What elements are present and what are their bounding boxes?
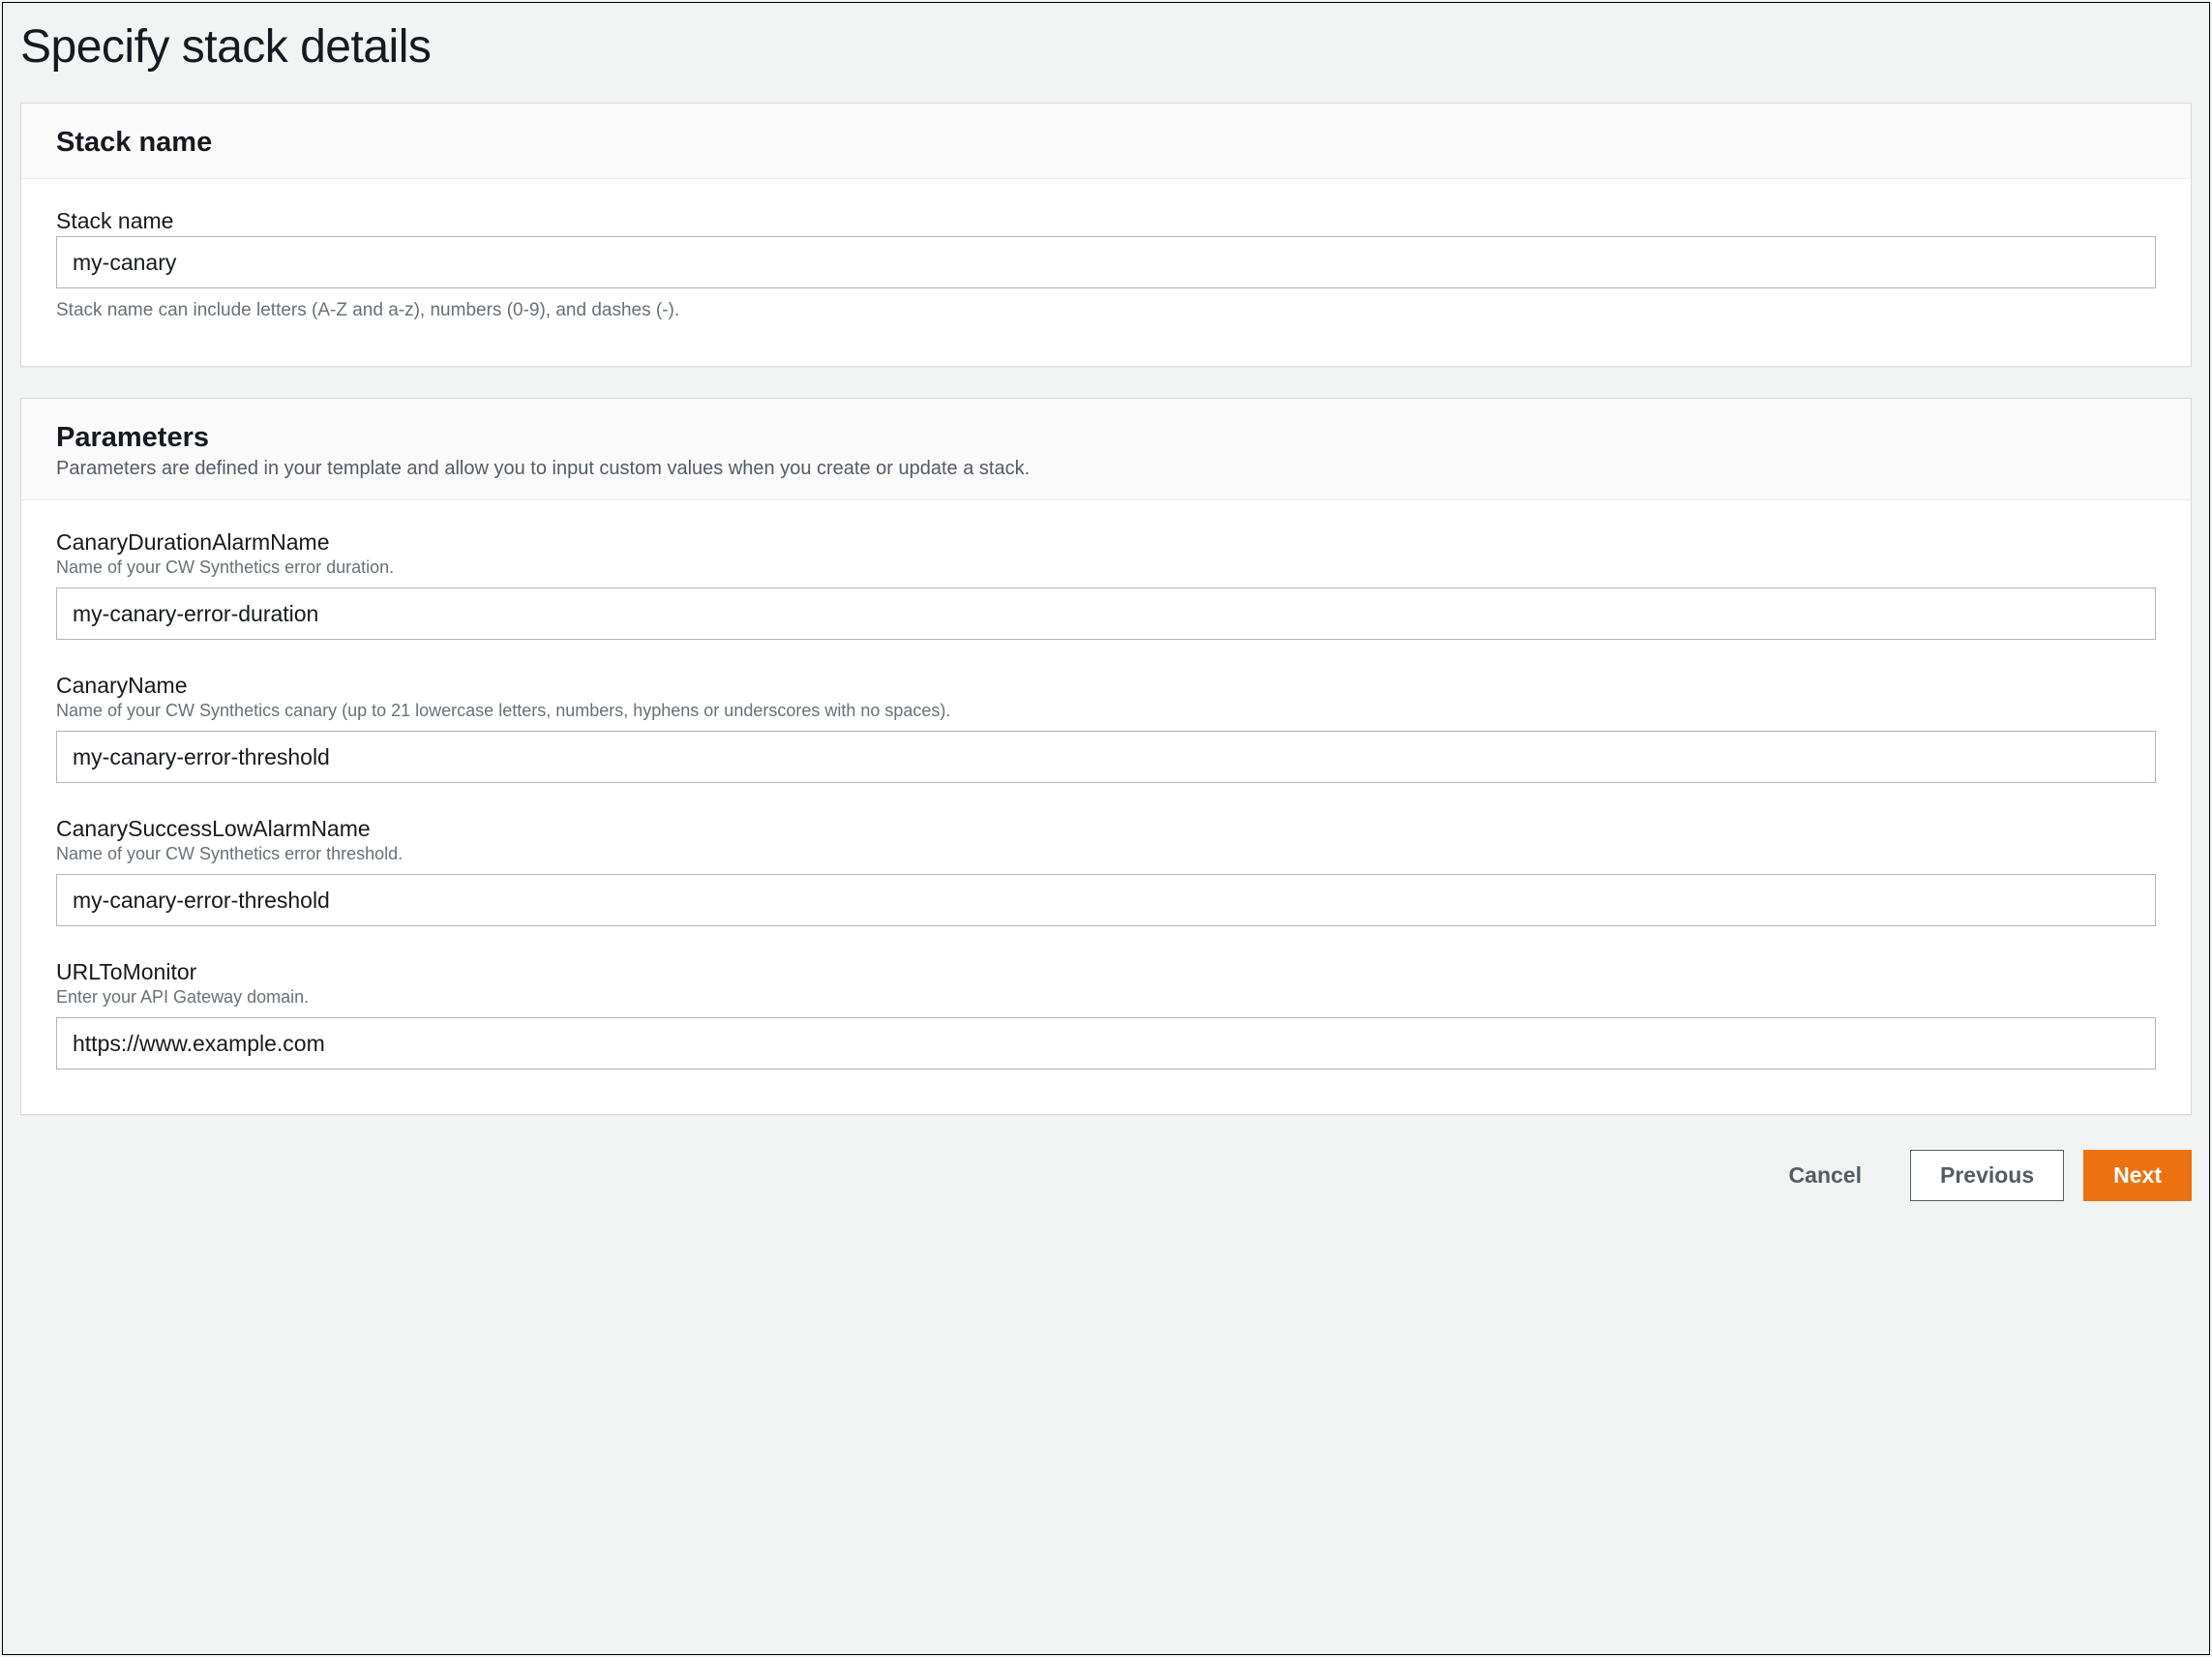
- stack-name-panel-header: Stack name: [21, 104, 2191, 179]
- stack-name-field-group: Stack name Stack name can include letter…: [56, 208, 2156, 321]
- stack-name-panel-body: Stack name Stack name can include letter…: [21, 179, 2191, 366]
- param-input-canary-name[interactable]: [56, 731, 2156, 783]
- param-canary-name: CanaryName Name of your CW Synthetics ca…: [56, 673, 2156, 783]
- page-container: Specify stack details Stack name Stack n…: [2, 2, 2210, 1655]
- param-canary-success-low-alarm-name: CanarySuccessLowAlarmName Name of your C…: [56, 816, 2156, 926]
- parameters-panel-header: Parameters Parameters are defined in you…: [21, 399, 2191, 500]
- param-input-canary-duration-alarm-name[interactable]: [56, 587, 2156, 640]
- param-label-canary-success-low-alarm-name: CanarySuccessLowAlarmName: [56, 816, 2156, 842]
- param-desc-canary-name: Name of your CW Synthetics canary (up to…: [56, 701, 2156, 721]
- previous-button[interactable]: Previous: [1910, 1150, 2064, 1201]
- param-label-canary-name: CanaryName: [56, 673, 2156, 699]
- cancel-button[interactable]: Cancel: [1760, 1151, 1891, 1200]
- stack-name-input[interactable]: [56, 236, 2156, 288]
- stack-name-panel-title: Stack name: [56, 127, 2156, 159]
- param-desc-canary-success-low-alarm-name: Name of your CW Synthetics error thresho…: [56, 844, 2156, 864]
- param-input-canary-success-low-alarm-name[interactable]: [56, 874, 2156, 926]
- param-url-to-monitor: URLToMonitor Enter your API Gateway doma…: [56, 959, 2156, 1070]
- next-button[interactable]: Next: [2083, 1150, 2192, 1201]
- param-desc-canary-duration-alarm-name: Name of your CW Synthetics error duratio…: [56, 557, 2156, 578]
- stack-name-helptext: Stack name can include letters (A-Z and …: [56, 300, 2156, 321]
- page-title: Specify stack details: [20, 3, 2192, 103]
- stack-name-label: Stack name: [56, 208, 2156, 234]
- param-label-canary-duration-alarm-name: CanaryDurationAlarmName: [56, 529, 2156, 556]
- wizard-button-row: Cancel Previous Next: [20, 1146, 2192, 1201]
- param-desc-url-to-monitor: Enter your API Gateway domain.: [56, 987, 2156, 1008]
- param-label-url-to-monitor: URLToMonitor: [56, 959, 2156, 985]
- param-input-url-to-monitor[interactable]: [56, 1017, 2156, 1070]
- param-canary-duration-alarm-name: CanaryDurationAlarmName Name of your CW …: [56, 529, 2156, 640]
- stack-name-panel: Stack name Stack name Stack name can inc…: [20, 103, 2192, 367]
- parameters-panel-subtitle: Parameters are defined in your template …: [56, 458, 2156, 480]
- parameters-panel-body: CanaryDurationAlarmName Name of your CW …: [21, 500, 2191, 1114]
- parameters-panel: Parameters Parameters are defined in you…: [20, 398, 2192, 1115]
- parameters-panel-title: Parameters: [56, 422, 2156, 454]
